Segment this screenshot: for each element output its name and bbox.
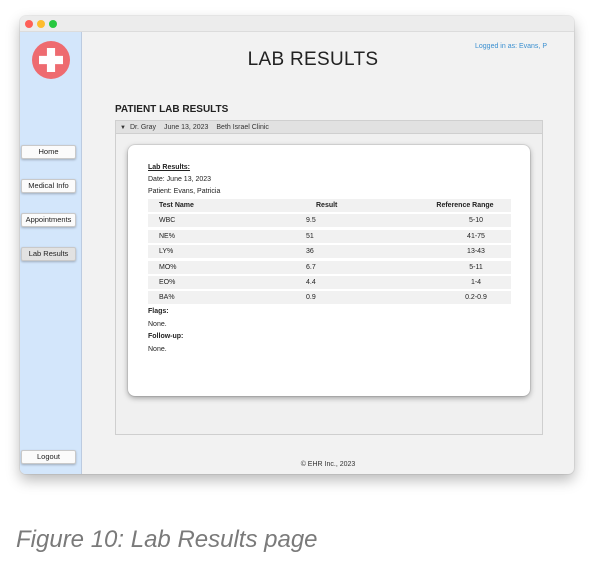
results-table: Test Name Result Reference Range WBC 9.5…	[148, 198, 511, 306]
copyright-footer: © EHR Inc., 2023	[300, 461, 356, 468]
window-titlebar	[20, 16, 574, 32]
nav-home-button[interactable]: Home	[21, 145, 76, 159]
range-cell: 5-10	[468, 217, 483, 225]
figure-caption: Figure 10: Lab Results page	[16, 526, 318, 553]
close-window-button[interactable]	[25, 20, 33, 28]
sidebar: Home Medical Info Appointments Lab Resul…	[20, 32, 82, 474]
disclosure-triangle-icon[interactable]: ▼	[120, 122, 126, 135]
result-cell: 6.7	[306, 263, 316, 271]
range-cell: 1-4	[470, 278, 482, 286]
logged-in-user-link[interactable]: Logged in as: Evans, P	[475, 43, 547, 50]
report-patient: Patient: Evans, Patricia	[148, 188, 221, 195]
test-name-cell: WBC	[159, 217, 176, 225]
logout-button[interactable]: Logout	[21, 450, 76, 464]
test-name-cell: EO%	[159, 278, 176, 286]
minimize-window-button[interactable]	[37, 20, 45, 28]
report-title: Lab Results:	[148, 164, 191, 171]
table-row: MO% 6.7 5-11	[148, 260, 511, 275]
record-clinic: Beth Israel Clinic	[216, 124, 269, 131]
result-cell: 9.5	[306, 217, 316, 225]
nav-medical-info-button[interactable]: Medical Info	[21, 179, 76, 193]
range-cell: 41-75	[467, 232, 485, 240]
record-date: June 13, 2023	[164, 124, 209, 131]
result-cell: 36	[306, 248, 314, 256]
range-cell: 0.2-0.9	[465, 294, 487, 302]
table-header-row: Test Name Result Reference Range	[148, 198, 511, 213]
followup-label: Follow-up:	[148, 333, 184, 340]
flags-label: Flags:	[148, 308, 169, 315]
app-window: Home Medical Info Appointments Lab Resul…	[20, 16, 574, 474]
lab-report-card: Lab Results: Date: June 13, 2023 Patient…	[128, 145, 530, 396]
lab-results-panel: ▼ Dr. Gray June 13, 2023 Beth Israel Clinic…	[115, 120, 543, 435]
range-cell: 5-11	[469, 263, 483, 271]
table-row: BA% 0.9 0.2-0.9	[148, 290, 511, 305]
column-header-test: Test Name	[159, 202, 194, 209]
result-cell: 51	[306, 232, 314, 240]
column-header-range: Reference Range	[436, 202, 494, 209]
record-doctor: Dr. Gray	[129, 124, 157, 131]
table-row: EO% 4.4 1-4	[148, 275, 511, 290]
followup-value: None.	[148, 346, 167, 353]
table-row: NE% 51 41-75	[148, 229, 511, 244]
column-header-result: Result	[316, 202, 338, 209]
cross-icon	[39, 48, 63, 72]
test-name-cell: LY%	[159, 248, 174, 256]
result-cell: 0.9	[306, 294, 316, 302]
nav-appointments-button[interactable]: Appointments	[21, 213, 76, 227]
test-name-cell: BA%	[159, 294, 175, 302]
nav-lab-results-button[interactable]: Lab Results	[21, 247, 76, 261]
section-heading: PATIENT LAB RESULTS	[115, 104, 229, 115]
test-name-cell: NE%	[159, 232, 175, 240]
maximize-window-button[interactable]	[49, 20, 57, 28]
table-row: WBC 9.5 5-10	[148, 213, 511, 228]
record-header[interactable]: ▼ Dr. Gray June 13, 2023 Beth Israel Clinic	[116, 121, 542, 134]
flags-value: None.	[148, 321, 167, 328]
range-cell: 13-43	[467, 248, 485, 256]
page-title: LAB RESULTS	[247, 49, 379, 70]
test-name-cell: MO%	[159, 263, 177, 271]
result-cell: 4.4	[306, 278, 316, 286]
report-date: Date: June 13, 2023	[148, 176, 212, 183]
table-row: LY% 36 13-43	[148, 244, 511, 259]
medical-cross-logo-icon	[32, 41, 70, 79]
